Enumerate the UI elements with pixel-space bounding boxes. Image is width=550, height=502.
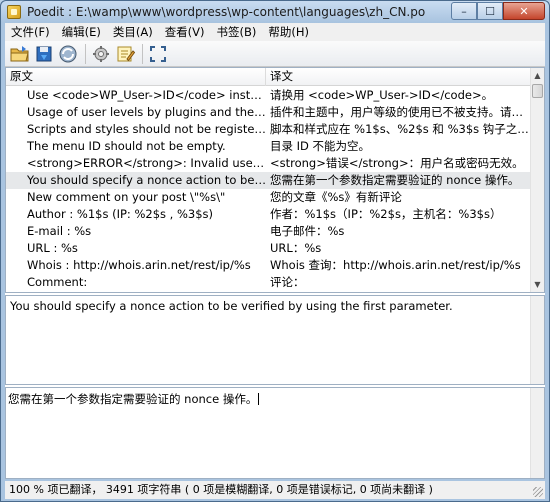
source-cell: Scripts and styles should not be registe… xyxy=(27,122,266,136)
menu-bookmarks[interactable]: 书签(B) xyxy=(211,24,263,40)
menu-bar: 文件(F) 编辑(E) 类目(A) 查看(V) 书签(B) 帮助(H) xyxy=(5,23,545,41)
translation-editor[interactable]: 您需在第一个参数指定需要验证的 nonce 操作。 xyxy=(5,387,545,479)
menu-file[interactable]: 文件(F) xyxy=(5,24,56,40)
update-catalog-button[interactable] xyxy=(57,43,79,65)
source-cell: Author : %1$s (IP: %2$s , %3$s) xyxy=(27,207,214,221)
source-cell: The menu ID should not be empty. xyxy=(27,139,226,153)
table-row[interactable]: <strong>ERROR</strong>: Invalid username… xyxy=(6,155,532,172)
source-pane-scrollbar[interactable] xyxy=(530,296,544,384)
source-text: You should specify a nonce action to be … xyxy=(10,299,453,313)
toolbar-separator xyxy=(85,43,86,64)
translation-cell: URL：%s xyxy=(270,241,322,255)
title-bar[interactable]: Poedit : E:\wamp\www\wordpress\wp-conten… xyxy=(1,1,549,23)
source-cell: URL : %s xyxy=(27,241,78,255)
scroll-up-arrow-icon[interactable]: ▲ xyxy=(531,68,544,83)
translation-cell: 电子邮件：%s xyxy=(270,224,345,238)
edit-comment-button[interactable] xyxy=(114,43,136,65)
translation-cell: <strong>错误</strong>：用户名或密码无效。 xyxy=(270,156,524,170)
toolbar-separator xyxy=(142,43,143,64)
translation-cell: 插件和主题中，用户等级的使用已不被支持。请换用角… xyxy=(270,105,532,119)
toolbar xyxy=(5,41,545,67)
maximize-button[interactable]: ☐ xyxy=(477,2,503,20)
validate-icon xyxy=(93,45,109,62)
resize-grip-icon[interactable] xyxy=(533,487,543,497)
list-rows: Use <code>WP_User->ID</code> instead. 请换用… xyxy=(6,87,532,291)
table-row[interactable]: The menu ID should not be empty. 目录 ID 不能… xyxy=(6,138,532,155)
table-row[interactable]: Comment: 评论： xyxy=(6,274,532,291)
source-cell: Comment: xyxy=(27,275,88,289)
source-cell: Whois : http://whois.arin.net/rest/ip/%s xyxy=(27,258,251,272)
table-row[interactable]: Scripts and styles should not be registe… xyxy=(6,121,532,138)
poedit-app-icon xyxy=(7,5,21,19)
scroll-down-arrow-icon[interactable]: ▼ xyxy=(531,277,544,292)
window-title: Poedit : E:\wamp\www\wordpress\wp-conten… xyxy=(27,5,426,19)
fullscreen-icon xyxy=(150,45,166,62)
open-folder-icon xyxy=(10,45,29,61)
source-cell: <strong>ERROR</strong>: Invalid username… xyxy=(27,156,266,170)
update-catalog-icon xyxy=(59,45,77,62)
translation-cell: 您的文章《%s》有新评论 xyxy=(270,190,402,204)
source-cell: You should specify a nonce action to be … xyxy=(27,173,266,187)
source-cell: Usage of user levels by plugins and them… xyxy=(27,105,266,119)
translation-cell: Whois 查询：http://whois.arin.net/rest/ip/%… xyxy=(270,258,521,272)
translation-cell: 目录 ID 不能为空。 xyxy=(270,139,371,153)
menu-catalog[interactable]: 类目(A) xyxy=(107,24,159,40)
open-button[interactable] xyxy=(9,43,31,65)
list-scrollbar[interactable]: ▲ ▼ xyxy=(530,68,544,292)
menu-edit[interactable]: 编辑(E) xyxy=(56,24,107,40)
table-row[interactable]: Author : %1$s (IP: %2$s , %3$s) 作者：%1$s（I… xyxy=(6,206,532,223)
table-row[interactable]: URL : %s URL：%s xyxy=(6,240,532,257)
translation-cell: 评论： xyxy=(270,275,305,289)
status-bar: 100 % 项已翻译， 3491 项字符串 ( 0 项是模糊翻译, 0 项是错误… xyxy=(5,481,545,499)
column-header-translation[interactable]: 译文 xyxy=(266,68,532,86)
scrollbar-thumb[interactable] xyxy=(532,84,543,98)
save-icon xyxy=(36,46,52,61)
close-button[interactable]: ✕ xyxy=(503,2,545,20)
translation-cell: 作者：%1$s（IP：%2$s，主机名：%3$s） xyxy=(270,207,502,221)
translation-text[interactable]: 您需在第一个参数指定需要验证的 nonce 操作。 xyxy=(8,392,257,406)
poedit-window: Poedit : E:\wamp\www\wordpress\wp-conten… xyxy=(0,0,550,502)
save-button[interactable] xyxy=(33,43,55,65)
status-text: 100 % 项已翻译， 3491 项字符串 ( 0 项是模糊翻译, 0 项是错误… xyxy=(9,483,433,496)
table-row[interactable]: E-mail : %s 电子邮件：%s xyxy=(6,223,532,240)
fullscreen-button[interactable] xyxy=(147,43,169,65)
minimize-button[interactable]: – xyxy=(451,2,477,20)
table-row[interactable]: Use <code>WP_User->ID</code> instead. 请换用… xyxy=(6,87,532,104)
translation-cell: 您需在第一个参数指定需要验证的 nonce 操作。 xyxy=(270,173,520,187)
window-controls: – ☐ ✕ xyxy=(451,2,545,20)
editor-area: 原文 译文 Use <code>WP_User->ID</code> inste… xyxy=(5,67,545,479)
translation-cell: 请换用 <code>WP_User->ID</code>。 xyxy=(270,88,494,102)
string-list[interactable]: 原文 译文 Use <code>WP_User->ID</code> inste… xyxy=(5,67,545,293)
translation-pane-scrollbar[interactable] xyxy=(530,388,544,478)
text-caret xyxy=(258,393,260,405)
validate-button[interactable] xyxy=(90,43,112,65)
menu-view[interactable]: 查看(V) xyxy=(159,24,211,40)
column-header-source[interactable]: 原文 xyxy=(6,68,266,86)
edit-comment-icon xyxy=(117,46,135,61)
table-row[interactable]: New comment on your post \"%s\" 您的文章《%s》有… xyxy=(6,189,532,206)
menu-help[interactable]: 帮助(H) xyxy=(262,24,315,40)
list-header: 原文 译文 xyxy=(6,68,532,86)
source-cell: Use <code>WP_User->ID</code> instead. xyxy=(27,88,266,102)
source-cell: E-mail : %s xyxy=(27,224,92,238)
table-row[interactable]: Whois : http://whois.arin.net/rest/ip/%s… xyxy=(6,257,532,274)
source-cell: New comment on your post \"%s\" xyxy=(27,190,226,204)
table-row[interactable]: Usage of user levels by plugins and them… xyxy=(6,104,532,121)
translation-cell: 脚本和样式应在 %1$s、%2$s 和 %3$s 钩子之后再加… xyxy=(270,122,532,136)
table-row-selected[interactable]: You should specify a nonce action to be … xyxy=(6,172,532,189)
source-text-pane: You should specify a nonce action to be … xyxy=(5,295,545,385)
